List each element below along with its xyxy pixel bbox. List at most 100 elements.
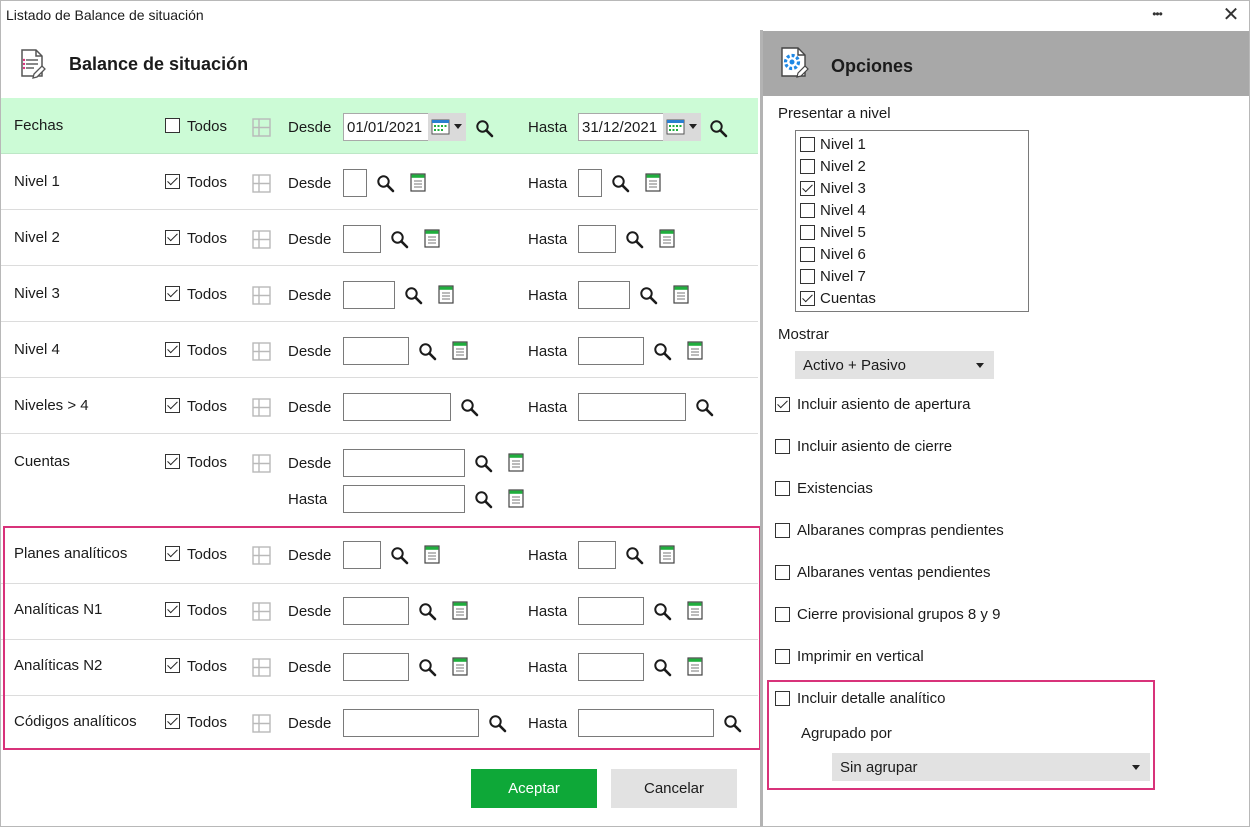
hasta-input[interactable] [578, 653, 644, 681]
hasta-input[interactable] [578, 597, 644, 625]
document-icon[interactable] [673, 285, 689, 304]
grid-icon[interactable] [252, 118, 271, 137]
search-icon[interactable] [475, 119, 494, 138]
agrupado-select[interactable]: Sin agrupar [832, 753, 1150, 781]
document-icon[interactable] [687, 341, 703, 360]
desde-input[interactable] [343, 541, 381, 569]
search-icon[interactable] [418, 602, 437, 621]
nivel-checkbox[interactable] [800, 137, 815, 152]
todos-checkbox[interactable] [165, 658, 180, 673]
todos-checkbox[interactable] [165, 546, 180, 561]
search-icon[interactable] [625, 546, 644, 565]
cancel-button[interactable]: Cancelar [611, 769, 737, 808]
desde-input[interactable] [343, 225, 381, 253]
accept-button[interactable]: Aceptar [471, 769, 597, 808]
document-icon[interactable] [410, 173, 426, 192]
nivel-checkbox[interactable] [800, 181, 815, 196]
search-icon[interactable] [695, 398, 714, 417]
document-icon[interactable] [659, 229, 675, 248]
todos-checkbox[interactable] [165, 602, 180, 617]
todos-checkbox[interactable] [165, 454, 180, 469]
hasta-input[interactable] [578, 337, 644, 365]
search-icon[interactable] [474, 490, 493, 509]
document-icon[interactable] [438, 285, 454, 304]
grid-icon[interactable] [252, 602, 271, 621]
grid-icon[interactable] [252, 658, 271, 677]
search-icon[interactable] [418, 342, 437, 361]
option-checkbox[interactable] [775, 439, 790, 454]
search-icon[interactable] [625, 230, 644, 249]
option-checkbox[interactable] [775, 607, 790, 622]
search-icon[interactable] [376, 174, 395, 193]
option-checkbox[interactable] [775, 397, 790, 412]
document-icon[interactable] [452, 601, 468, 620]
desde-input[interactable] [343, 281, 395, 309]
document-icon[interactable] [452, 341, 468, 360]
option-checkbox[interactable] [775, 649, 790, 664]
desde-input[interactable] [343, 169, 367, 197]
nivel-checkbox[interactable] [800, 269, 815, 284]
search-icon[interactable] [653, 658, 672, 677]
fecha-hasta-calendar-button[interactable] [663, 113, 701, 141]
search-icon[interactable] [639, 286, 658, 305]
desde-input[interactable] [343, 653, 409, 681]
search-icon[interactable] [723, 714, 742, 733]
document-icon[interactable] [424, 229, 440, 248]
hasta-input[interactable] [578, 225, 616, 253]
hasta-input[interactable] [578, 281, 630, 309]
document-icon[interactable] [687, 657, 703, 676]
document-icon[interactable] [659, 545, 675, 564]
document-icon[interactable] [452, 657, 468, 676]
nivel-checkbox[interactable] [800, 225, 815, 240]
nivel-checkbox[interactable] [800, 247, 815, 262]
todos-checkbox[interactable] [165, 118, 180, 133]
todos-checkbox[interactable] [165, 286, 180, 301]
document-icon[interactable] [645, 173, 661, 192]
document-icon[interactable] [424, 545, 440, 564]
todos-checkbox[interactable] [165, 714, 180, 729]
todos-checkbox[interactable] [165, 398, 180, 413]
nivel-checkbox[interactable] [800, 159, 815, 174]
grid-icon[interactable] [252, 174, 271, 193]
desde-input[interactable] [343, 393, 451, 421]
document-icon[interactable] [508, 489, 524, 508]
close-icon[interactable]: ✕ [1220, 4, 1242, 26]
hasta-input[interactable] [578, 709, 714, 737]
search-icon[interactable] [460, 398, 479, 417]
option-checkbox[interactable] [775, 565, 790, 580]
grid-icon[interactable] [252, 286, 271, 305]
search-icon[interactable] [390, 546, 409, 565]
mostrar-select[interactable]: Activo + Pasivo [795, 351, 994, 379]
search-icon[interactable] [418, 658, 437, 677]
fecha-desde-calendar-button[interactable] [428, 113, 466, 141]
search-icon[interactable] [653, 342, 672, 361]
search-icon[interactable] [474, 454, 493, 473]
option-checkbox[interactable] [775, 481, 790, 496]
search-icon[interactable] [404, 286, 423, 305]
todos-checkbox[interactable] [165, 174, 180, 189]
document-icon[interactable] [508, 453, 524, 472]
grid-icon[interactable] [252, 398, 271, 417]
grid-icon[interactable] [252, 714, 271, 733]
grid-icon[interactable] [252, 230, 271, 249]
more-icon[interactable]: ••• [1149, 6, 1165, 22]
option-checkbox[interactable] [775, 691, 790, 706]
grid-icon[interactable] [252, 454, 271, 473]
fecha-hasta-input[interactable] [578, 113, 664, 141]
hasta-input[interactable] [343, 485, 465, 513]
nivel-checkbox[interactable] [800, 203, 815, 218]
search-icon[interactable] [390, 230, 409, 249]
grid-icon[interactable] [252, 342, 271, 361]
document-icon[interactable] [687, 601, 703, 620]
desde-input[interactable] [343, 449, 465, 477]
desde-input[interactable] [343, 337, 409, 365]
grid-icon[interactable] [252, 546, 271, 565]
search-icon[interactable] [653, 602, 672, 621]
todos-checkbox[interactable] [165, 342, 180, 357]
hasta-input[interactable] [578, 393, 686, 421]
hasta-input[interactable] [578, 169, 602, 197]
search-icon[interactable] [709, 119, 728, 138]
search-icon[interactable] [488, 714, 507, 733]
desde-input[interactable] [343, 597, 409, 625]
todos-checkbox[interactable] [165, 230, 180, 245]
